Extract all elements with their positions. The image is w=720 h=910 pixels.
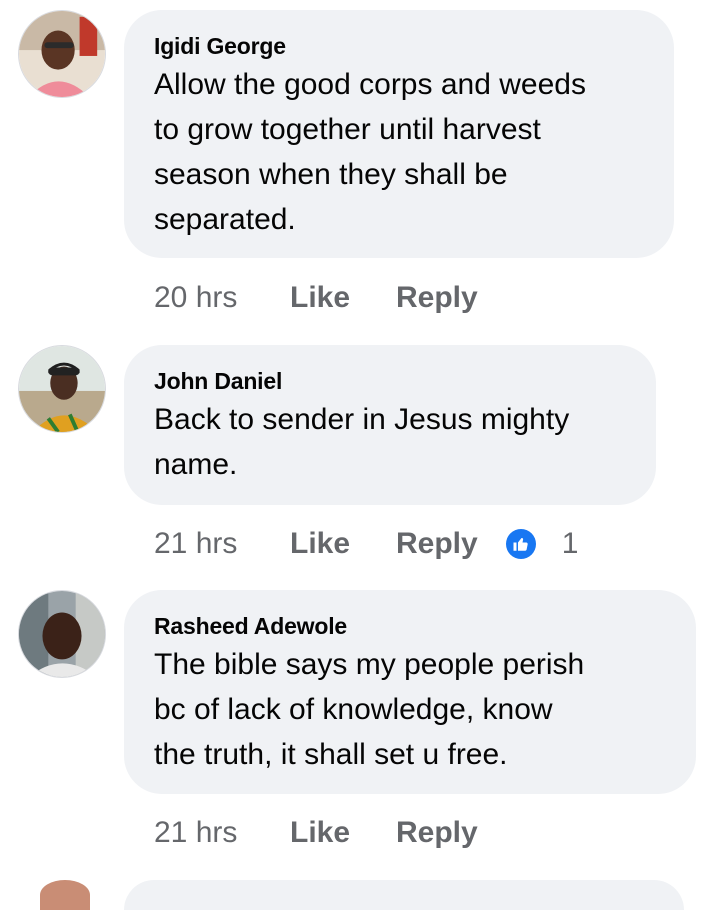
comment-actions: 21 hrs Like Reply [154, 813, 478, 853]
comment-bubble: John Daniel Back to sender in Jesus migh… [124, 345, 656, 505]
thumbs-up-icon [505, 529, 536, 559]
reply-button[interactable]: Reply [396, 278, 478, 318]
reply-button[interactable]: Reply [396, 813, 478, 853]
comment-author[interactable]: Igidi George [154, 32, 646, 60]
comment-bubble: Rasheed Adewole The bible says my people… [124, 590, 696, 794]
comment-author[interactable]: Rasheed Adewole [154, 612, 668, 640]
avatar[interactable] [18, 590, 106, 678]
comment-bubble: Igidi George Allow the good corps and we… [124, 10, 674, 258]
comment-timestamp[interactable]: 21 hrs [154, 813, 290, 853]
comment-actions: 20 hrs Like Reply [154, 278, 478, 318]
reply-button[interactable]: Reply [396, 524, 478, 564]
like-button[interactable]: Like [290, 813, 396, 853]
comment-author[interactable]: John Daniel [154, 367, 628, 395]
comment-actions: 21 hrs Like Reply 1 [154, 524, 578, 564]
reaction-count: 1 [561, 527, 579, 560]
avatar[interactable] [18, 345, 106, 433]
comment-timestamp[interactable]: 21 hrs [154, 524, 290, 564]
avatar[interactable] [40, 880, 90, 910]
like-button[interactable]: Like [290, 278, 396, 318]
avatar[interactable] [18, 10, 106, 98]
comment-text: The bible says my people perish bc of la… [154, 648, 585, 771]
comment-timestamp[interactable]: 20 hrs [154, 278, 290, 318]
comment-thread: { "comments": [ { "author": "Igidi Georg… [0, 0, 720, 910]
comment-bubble [124, 880, 684, 910]
comment-text: Back to sender in Jesus mighty name. [154, 403, 570, 481]
like-button[interactable]: Like [290, 524, 396, 564]
comment-text: Allow the good corps and weeds to grow t… [154, 68, 586, 236]
reaction-summary[interactable]: 1 [505, 524, 579, 564]
